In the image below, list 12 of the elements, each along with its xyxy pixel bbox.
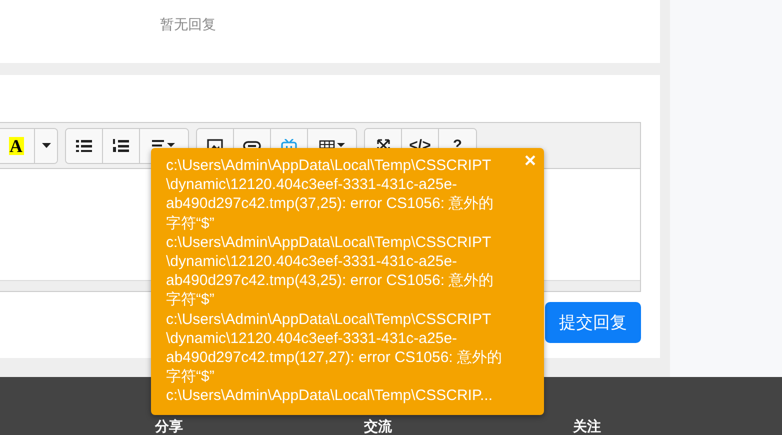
- font-color-button[interactable]: A: [0, 128, 35, 162]
- footer-heading: 交流: [364, 417, 393, 435]
- footer-heading: 关注: [573, 417, 602, 435]
- footer-heading: 分享: [155, 417, 184, 435]
- submit-reply-button[interactable]: 提交回复: [545, 302, 641, 343]
- caret-icon: [42, 143, 50, 148]
- dropdown-button[interactable]: [35, 128, 57, 162]
- numbered-list-icon: [113, 139, 129, 152]
- bullet-list-icon: [76, 140, 92, 152]
- ol-button[interactable]: [103, 128, 140, 162]
- empty-replies-text: 暂无回复: [160, 16, 216, 32]
- ul-button[interactable]: [66, 128, 103, 162]
